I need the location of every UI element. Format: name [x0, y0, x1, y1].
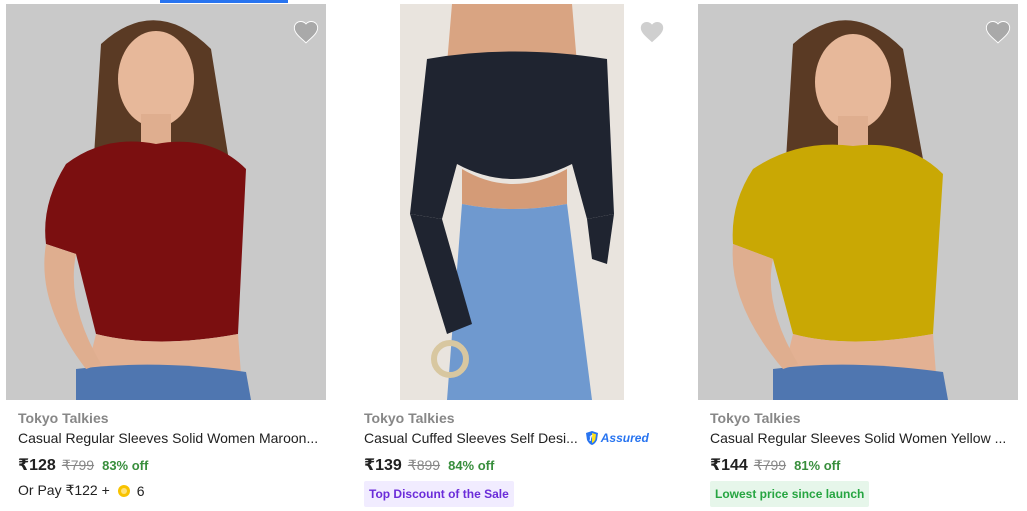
wishlist-heart-icon[interactable]	[638, 18, 666, 46]
active-tab-indicator	[160, 0, 288, 3]
product-price: ₹139	[364, 457, 402, 474]
pay-text: Or Pay ₹122 +	[18, 482, 110, 498]
pay-with-coins: Or Pay ₹122 + 6	[18, 482, 326, 499]
wishlist-heart-icon[interactable]	[984, 18, 1012, 46]
product-image[interactable]	[352, 4, 672, 400]
assured-shield-icon: f	[585, 431, 598, 445]
assured-badge: f Assured	[584, 430, 649, 446]
coin-count: 6	[136, 482, 145, 499]
product-discount: 81% off	[794, 458, 841, 473]
product-card[interactable]: Tokyo Talkies Casual Regular Sleeves Sol…	[698, 4, 1018, 511]
product-mrp: ₹799	[753, 457, 787, 473]
product-title[interactable]: Casual Regular Sleeves Solid Women Maroo…	[18, 428, 318, 448]
product-mrp: ₹799	[61, 457, 95, 473]
wishlist-heart-icon[interactable]	[292, 18, 320, 46]
product-price: ₹144	[710, 457, 748, 474]
product-image[interactable]	[6, 4, 326, 400]
product-discount: 84% off	[448, 458, 495, 473]
product-discount: 83% off	[102, 458, 149, 473]
product-title[interactable]: Casual Regular Sleeves Solid Women Yello…	[710, 428, 1006, 448]
product-image[interactable]	[698, 4, 1018, 400]
product-brand: Tokyo Talkies	[18, 410, 109, 426]
product-card[interactable]: Tokyo Talkies Casual Regular Sleeves Sol…	[6, 4, 326, 511]
assured-label: Assured	[600, 431, 649, 445]
offer-tag: Lowest price since launch	[710, 481, 870, 507]
product-mrp: ₹899	[407, 457, 441, 473]
product-brand: Tokyo Talkies	[364, 410, 455, 426]
product-price: ₹128	[18, 457, 56, 474]
supercoin-icon	[117, 484, 130, 497]
offer-tag: Top Discount of the Sale	[364, 481, 514, 507]
product-title[interactable]: Casual Cuffed Sleeves Self Desi...	[364, 428, 578, 448]
product-card[interactable]: Tokyo Talkies Casual Cuffed Sleeves Self…	[352, 4, 672, 511]
product-brand: Tokyo Talkies	[710, 410, 801, 426]
